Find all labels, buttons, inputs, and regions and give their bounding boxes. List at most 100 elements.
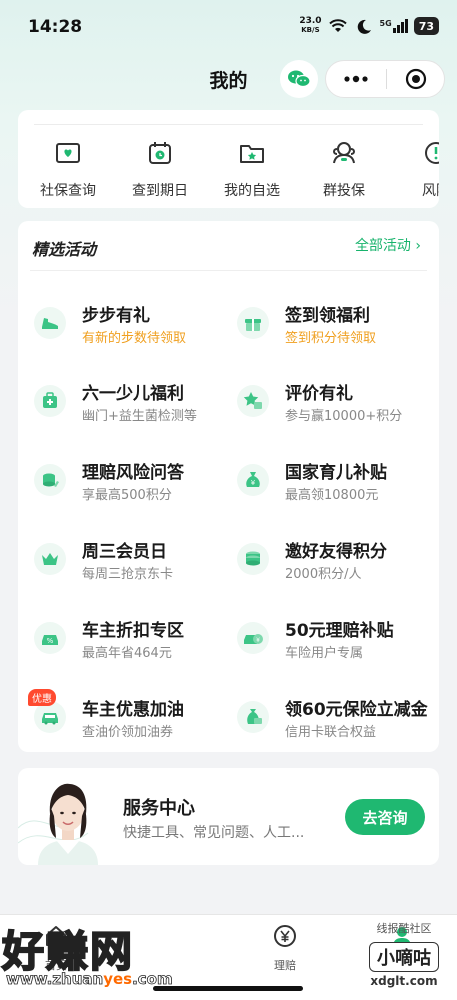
mini-program-capsule xyxy=(325,60,445,98)
activity-step-rewards[interactable]: 步步有礼 有新的步数待领取 xyxy=(34,301,242,361)
activity-checkin-benefits[interactable]: 签到领福利 签到积分待领取 xyxy=(237,301,445,361)
quick-link-label: 风险 xyxy=(422,183,439,199)
featured-activities-card: 精选活动 全部活动 › 步步有礼 有新的步数待领取 签到领福利 签到积分待领取 … xyxy=(18,221,439,752)
service-center-subtitle: 快捷工具、常见问题、人工... xyxy=(123,825,305,841)
quick-link-group-insure[interactable]: 群投保 xyxy=(299,138,389,200)
car-money-icon: ¥ xyxy=(237,622,269,654)
activity-subtitle: 有新的步数待领取 xyxy=(82,331,187,346)
activity-childrens-day[interactable]: 六一少儿福利 幽门+益生菌检测等 xyxy=(34,379,242,439)
risk-icon xyxy=(425,142,439,164)
activity-title: 六一少儿福利 xyxy=(82,384,184,404)
status-time: 14:28 xyxy=(28,17,83,37)
quick-links-divider xyxy=(34,124,423,125)
activity-insurance-cashback[interactable]: 领60元保险立减金 信用卡联合权益 xyxy=(237,695,445,755)
activity-title: 评价有礼 xyxy=(285,384,353,404)
network-speed: 23.0 KB/S xyxy=(299,17,321,35)
social-security-icon xyxy=(56,143,80,163)
crown-icon xyxy=(34,543,66,575)
activity-subtitle: 最高领10800元 xyxy=(285,488,379,503)
quick-link-label: 社保查询 xyxy=(40,183,96,199)
activity-title: 50元理赔补贴 xyxy=(285,621,394,641)
activity-childcare-subsidy[interactable]: ¥ 国家育儿补贴 最高领10800元 xyxy=(237,458,445,518)
activity-claims-quiz[interactable]: 理赔风险问答 享最高500积分 xyxy=(34,458,242,518)
quick-link-social-security[interactable]: 社保查询 xyxy=(23,138,113,200)
activity-car-owner-discount[interactable]: % 车主折扣专区 最高年省464元 xyxy=(34,616,242,676)
activity-title: 车主优惠加油 xyxy=(82,700,184,720)
activity-title: 国家育儿补贴 xyxy=(285,463,387,483)
consult-button[interactable]: 去咨询 xyxy=(345,799,425,835)
wechat-share-button[interactable] xyxy=(280,60,318,98)
target-close-icon xyxy=(405,68,426,90)
quick-links-card: 社保查询 查到期日 我的自选 群投保 风险 xyxy=(18,110,439,208)
medical-kit-icon xyxy=(34,385,66,417)
gift-box-icon xyxy=(237,307,269,339)
section-divider xyxy=(30,270,427,271)
favorites-folder-icon xyxy=(240,145,264,163)
quick-link-label: 查到期日 xyxy=(132,183,188,199)
activity-invite-friends[interactable]: 邀好友得积分 2000积分/人 xyxy=(237,537,445,597)
svg-text:%: % xyxy=(47,637,54,645)
activity-title: 签到领福利 xyxy=(285,306,370,326)
network-speed-unit: KB/S xyxy=(301,26,320,34)
coin-stack-icon xyxy=(237,543,269,575)
customer-service-avatar xyxy=(18,783,98,865)
activity-subtitle: 信用卡联合权益 xyxy=(285,725,377,740)
calendar-icon xyxy=(149,142,171,164)
tab-label: 理赔 xyxy=(274,959,296,972)
quick-link-label: 群投保 xyxy=(323,183,365,199)
money-bag-icon: ¥ xyxy=(237,464,269,496)
activity-title: 步步有礼 xyxy=(82,306,150,326)
more-button[interactable] xyxy=(326,61,386,97)
activity-subtitle: 参与赢10000+积分 xyxy=(285,409,403,424)
group-insure-icon xyxy=(333,142,355,164)
all-activities-link[interactable]: 全部活动 › xyxy=(355,235,421,255)
tab-community[interactable]: 平安社区 xyxy=(362,923,442,973)
service-center-title: 服务中心 xyxy=(123,798,195,819)
activity-subtitle: 2000积分/人 xyxy=(285,567,362,582)
activity-subtitle: 车险用户专属 xyxy=(285,646,364,661)
activity-subtitle: 最高年省464元 xyxy=(82,646,172,661)
tab-label: 首页 xyxy=(45,959,67,972)
activity-title: 周三会员日 xyxy=(82,542,167,562)
activity-subtitle: 查油价领加油券 xyxy=(82,725,174,740)
home-icon xyxy=(46,926,66,946)
activity-subtitle: 幽门+益生菌检测等 xyxy=(82,409,197,424)
battery-indicator: 73 xyxy=(413,17,439,35)
status-bar: 14:28 23.0 KB/S 5G 73 xyxy=(0,0,457,52)
activity-review-rewards[interactable]: 评价有礼 参与赢10000+积分 xyxy=(237,379,445,439)
network-speed-value: 23.0 xyxy=(299,16,322,26)
service-center-card[interactable]: 服务中心 快捷工具、常见问题、人工... 去咨询 xyxy=(18,768,439,865)
activity-subtitle: 签到积分待领取 xyxy=(285,331,377,346)
status-icons: 23.0 KB/S 5G 73 xyxy=(299,17,439,35)
star-gift-icon xyxy=(237,385,269,417)
activity-claims-subsidy[interactable]: ¥ 50元理赔补贴 车险用户专属 xyxy=(237,616,445,676)
claims-yen-icon xyxy=(274,925,296,947)
tab-label: 平安社区 xyxy=(380,959,424,972)
activity-fuel-discount[interactable]: 优惠 车主优惠加油 查油价领加油券 xyxy=(28,689,242,755)
wifi-icon xyxy=(328,19,347,32)
quick-link-risk[interactable]: 风险 xyxy=(391,138,439,200)
activity-title: 车主折扣专区 xyxy=(82,621,184,641)
activity-title: 领60元保险立减金 xyxy=(285,700,428,720)
activity-wednesday-member-day[interactable]: 周三会员日 每周三抢京东卡 xyxy=(34,537,242,597)
quick-link-expiry-date[interactable]: 查到期日 xyxy=(115,138,205,200)
activity-title: 邀好友得积分 xyxy=(285,542,387,562)
activity-subtitle: 享最高500积分 xyxy=(82,488,172,503)
coins-icon xyxy=(34,464,66,496)
percent-car-icon: % xyxy=(34,622,66,654)
quick-link-my-favorites[interactable]: 我的自选 xyxy=(207,138,297,200)
close-mini-program-button[interactable] xyxy=(387,61,444,97)
activity-title: 理赔风险问答 xyxy=(82,463,184,483)
tab-home[interactable]: 首页 xyxy=(16,923,96,973)
wechat-icon xyxy=(288,70,311,88)
community-profile-icon xyxy=(393,927,411,947)
signal-label: 5G xyxy=(379,19,392,28)
svg-text:¥: ¥ xyxy=(256,637,260,644)
more-dots-icon xyxy=(344,75,368,83)
promo-badge: 优惠 xyxy=(28,689,56,706)
home-indicator[interactable] xyxy=(153,986,303,991)
tab-claims[interactable]: 理赔 xyxy=(245,923,325,973)
cash-bag-icon xyxy=(237,701,269,733)
moon-icon xyxy=(357,19,371,34)
shoe-icon xyxy=(34,307,66,339)
